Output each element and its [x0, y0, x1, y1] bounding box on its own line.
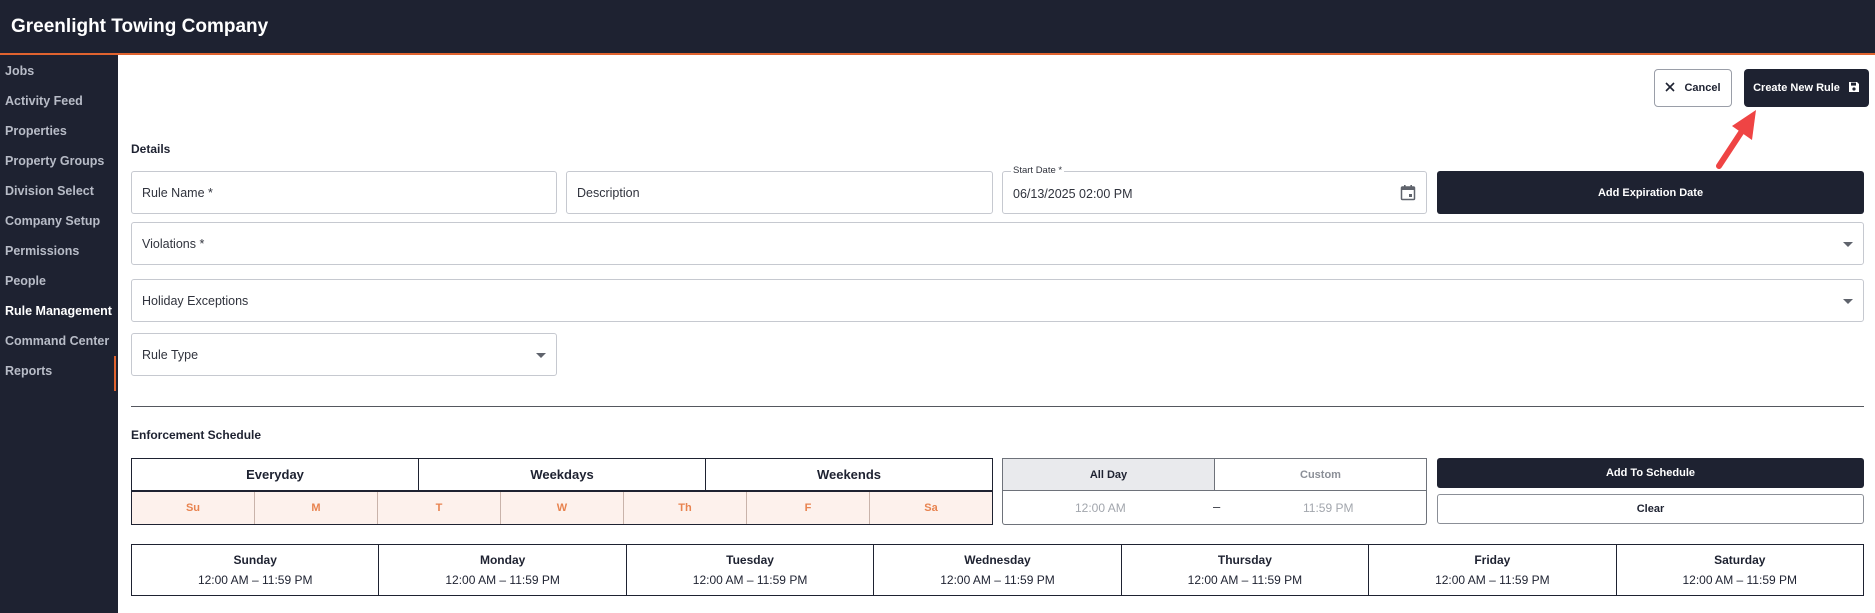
app-title: Greenlight Towing Company	[11, 16, 269, 37]
schedule-day-name: Friday	[1474, 553, 1511, 567]
schedule-day-range: 12:00 AM – 11:59 PM	[1435, 573, 1550, 587]
sidebar-item-division-select[interactable]: Division Select	[5, 184, 94, 198]
enforcement-schedule-heading: Enforcement Schedule	[131, 428, 262, 442]
time-mode-custom[interactable]: Custom	[1215, 459, 1426, 490]
close-icon	[1665, 81, 1676, 95]
day-toggle-tuesday[interactable]: T	[378, 492, 501, 524]
add-to-schedule-button[interactable]: Add To Schedule	[1437, 458, 1864, 488]
schedule-day-range: 12:00 AM – 11:59 PM	[940, 573, 1055, 587]
day-preset-selector: Everyday Weekdays Weekends	[131, 458, 993, 491]
schedule-day-range: 12:00 AM – 11:59 PM	[1682, 573, 1797, 587]
clear-button[interactable]: Clear	[1437, 494, 1864, 524]
sidebar-item-rule-management[interactable]: Rule Management	[5, 304, 112, 318]
violations-select[interactable]: Violations *	[131, 222, 1864, 265]
sidebar-item-company-setup[interactable]: Company Setup	[5, 214, 100, 228]
violations-placeholder: Violations *	[142, 237, 205, 251]
start-date-field[interactable]: Start Date * 06/13/2025 02:00 PM	[1002, 165, 1427, 214]
annotation-arrow	[1716, 110, 1756, 169]
sidebar-item-jobs[interactable]: Jobs	[5, 64, 34, 78]
add-expiration-date-button[interactable]: Add Expiration Date	[1437, 171, 1864, 214]
day-toggle-sunday[interactable]: Su	[132, 492, 255, 524]
description-field[interactable]: Description	[566, 171, 993, 214]
chevron-down-icon	[536, 353, 546, 358]
start-date-label: Start Date *	[1011, 165, 1065, 176]
day-toggle-thursday[interactable]: Th	[624, 492, 747, 524]
time-range-dash: –	[1213, 499, 1221, 514]
time-from-input[interactable]: 12:00 AM	[1075, 501, 1126, 515]
schedule-day-name: Monday	[479, 553, 526, 567]
schedule-day-wednesday: Wednesday 12:00 AM – 11:59 PM	[874, 545, 1122, 595]
day-toggle-friday[interactable]: F	[747, 492, 870, 524]
time-mode-all-day[interactable]: All Day	[1003, 459, 1215, 490]
create-new-rule-button[interactable]: Create New Rule	[1744, 69, 1869, 107]
day-toggle-wednesday[interactable]: W	[501, 492, 624, 524]
preset-weekends[interactable]: Weekends	[706, 459, 992, 490]
details-heading: Details	[131, 142, 171, 156]
schedule-day-range: 12:00 AM – 11:59 PM	[197, 573, 313, 587]
rule-name-placeholder: Rule Name *	[142, 186, 213, 200]
create-new-rule-label: Create New Rule	[1753, 82, 1840, 94]
sidebar-item-property-groups[interactable]: Property Groups	[5, 154, 104, 168]
time-range: 12:00 AM – 11:59 PM	[1002, 491, 1427, 525]
app-header: Greenlight Towing Company	[0, 0, 1875, 55]
rule-name-field[interactable]: Rule Name *	[131, 171, 557, 214]
preset-weekdays[interactable]: Weekdays	[419, 459, 706, 490]
schedule-day-thursday: Thursday 12:00 AM – 11:59 PM	[1122, 545, 1370, 595]
sidebar-item-reports[interactable]: Reports	[5, 364, 52, 378]
chevron-down-icon	[1843, 299, 1853, 304]
rule-type-placeholder: Rule Type	[142, 348, 199, 362]
schedule-day-saturday: Saturday 12:00 AM – 11:59 PM	[1617, 545, 1863, 595]
schedule-day-name: Tuesday	[726, 553, 774, 567]
preset-everyday[interactable]: Everyday	[132, 459, 419, 490]
save-icon	[1848, 81, 1860, 96]
calendar-icon[interactable]	[1400, 184, 1416, 201]
sidebar-active-indicator	[114, 356, 116, 391]
day-toggle-monday[interactable]: M	[255, 492, 378, 524]
day-toggle-saturday[interactable]: Sa	[870, 492, 992, 524]
sidebar-item-permissions[interactable]: Permissions	[5, 244, 79, 258]
day-toggle-row: Su M T W Th F Sa	[131, 491, 993, 525]
holiday-exceptions-select[interactable]: Holiday Exceptions	[131, 279, 1864, 322]
schedule-day-name: Thursday	[1217, 553, 1272, 567]
schedule-day-name: Wednesday	[964, 553, 1031, 567]
schedule-day-tuesday: Tuesday 12:00 AM – 11:59 PM	[627, 545, 875, 595]
holiday-exceptions-placeholder: Holiday Exceptions	[142, 294, 249, 308]
chevron-down-icon	[1843, 242, 1853, 247]
cancel-button[interactable]: Cancel	[1654, 69, 1732, 107]
schedule-day-monday: Monday 12:00 AM – 11:59 PM	[379, 545, 627, 595]
section-divider	[131, 406, 1864, 407]
sidebar-item-command-center[interactable]: Command Center	[5, 334, 109, 348]
sidebar: Jobs Activity Feed Properties Property G…	[0, 55, 118, 613]
schedule-day-name: Sunday	[233, 553, 277, 567]
start-date-value: 06/13/2025 02:00 PM	[1013, 187, 1133, 201]
cancel-button-label: Cancel	[1684, 82, 1721, 94]
time-to-input[interactable]: 11:59 PM	[1303, 501, 1353, 515]
sidebar-item-properties[interactable]: Properties	[5, 124, 67, 138]
time-mode-selector: All Day Custom	[1002, 458, 1427, 491]
schedule-day-friday: Friday 12:00 AM – 11:59 PM	[1369, 545, 1617, 595]
schedule-day-sunday: Sunday 12:00 AM – 11:59 PM	[132, 545, 380, 595]
schedule-day-range: 12:00 AM – 11:59 PM	[1187, 573, 1303, 587]
schedule-day-range: 12:00 AM – 11:59 PM	[445, 573, 560, 587]
description-placeholder: Description	[577, 186, 640, 200]
weekly-schedule-table: Sunday 12:00 AM – 11:59 PM Monday 12:00 …	[131, 544, 1864, 596]
rule-type-select[interactable]: Rule Type	[131, 333, 557, 376]
schedule-day-range: 12:00 AM – 11:59 PM	[692, 573, 808, 587]
sidebar-item-people[interactable]: People	[5, 274, 46, 288]
sidebar-item-activity-feed[interactable]: Activity Feed	[5, 94, 83, 108]
schedule-day-name: Saturday	[1714, 553, 1766, 567]
